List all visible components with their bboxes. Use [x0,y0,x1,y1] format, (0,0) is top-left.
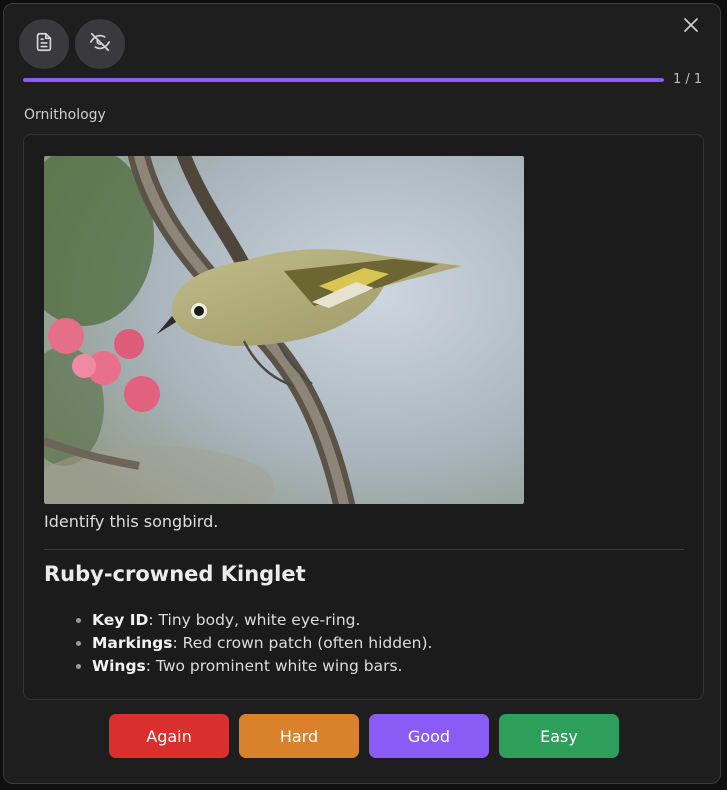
grade-buttons: Again Hard Good Easy [109,714,619,758]
list-item: Key ID: Tiny body, white eye-ring. [92,609,432,632]
progress-bar [23,78,664,82]
hide-button[interactable] [75,19,125,69]
close-icon [683,17,699,37]
fact-text: : Red crown patch (often hidden). [172,634,433,652]
hard-button[interactable]: Hard [239,714,359,758]
answer-title: Ruby-crowned Kinglet [44,562,306,586]
close-button[interactable] [682,18,700,36]
facts-list: Key ID: Tiny body, white eye-ring. Marki… [72,609,432,678]
review-modal: 1 / 1 Ornithology Identify this songbird… [3,3,721,784]
fact-label: Key ID [92,611,149,629]
fact-text: : Tiny body, white eye-ring. [148,611,361,629]
again-button[interactable]: Again [109,714,229,758]
progress-count: 1 / 1 [673,72,703,87]
document-icon [33,31,55,57]
flashcard: Identify this songbird. Ruby-crowned Kin… [23,134,704,700]
list-item: Wings: Two prominent white wing bars. [92,655,432,678]
good-button[interactable]: Good [369,714,489,758]
progress-fill [23,78,664,82]
bird-photo [44,156,524,504]
fact-label: Wings [92,657,146,675]
easy-button[interactable]: Easy [499,714,619,758]
fact-text: : Two prominent white wing bars. [145,657,403,675]
eye-off-icon [89,31,111,57]
deck-name: Ornithology [24,107,106,123]
question-text: Identify this songbird. [44,512,219,531]
list-item: Markings: Red crown patch (often hidden)… [92,632,432,655]
divider [44,549,684,550]
note-button[interactable] [19,19,69,69]
fact-label: Markings [92,634,173,652]
